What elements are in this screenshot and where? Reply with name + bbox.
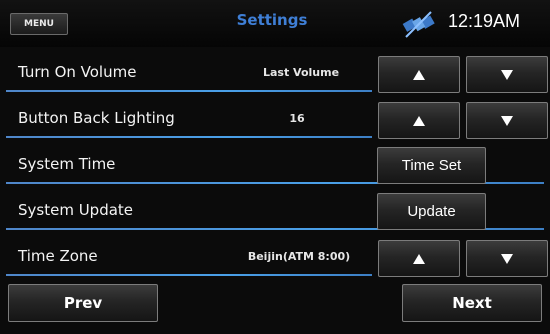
header-bar: MENU Settings 12:19AM — [0, 0, 550, 47]
arrow-down-icon — [501, 115, 513, 126]
setting-label: System Time — [18, 155, 116, 173]
setting-row-time-zone: Time Zone Beijin(ATM 8:00) — [0, 235, 550, 281]
setting-row-turn-on-volume: Turn On Volume Last Volume — [0, 51, 550, 97]
timezone-down-button[interactable] — [466, 240, 548, 277]
menu-button[interactable]: MENU — [10, 13, 68, 35]
timezone-up-button[interactable] — [378, 240, 460, 277]
time-set-button[interactable]: Time Set — [377, 147, 486, 184]
volume-up-button[interactable] — [378, 56, 460, 93]
next-button[interactable]: Next — [402, 284, 542, 322]
setting-value: 16 — [289, 112, 305, 125]
setting-label: Turn On Volume — [18, 63, 137, 81]
setting-value: Last Volume — [262, 66, 340, 79]
arrow-up-icon — [413, 115, 425, 126]
setting-value: Beijin(ATM 8:00) — [247, 250, 351, 263]
arrow-down-icon — [501, 253, 513, 264]
volume-down-button[interactable] — [466, 56, 548, 93]
prev-button[interactable]: Prev — [8, 284, 158, 322]
satellite-icon — [402, 11, 435, 38]
setting-row-button-back-lighting: Button Back Lighting 16 — [0, 97, 550, 143]
setting-label: Button Back Lighting — [18, 109, 175, 127]
arrow-down-icon — [501, 69, 513, 80]
arrow-up-icon — [413, 253, 425, 264]
arrow-up-icon — [413, 69, 425, 80]
setting-label: Time Zone — [18, 247, 98, 265]
backlight-down-button[interactable] — [466, 102, 548, 139]
setting-row-system-time: System Time Time Set — [0, 143, 550, 189]
page-title: Settings — [236, 11, 308, 29]
row-divider — [6, 90, 372, 92]
update-button[interactable]: Update — [377, 193, 486, 230]
row-divider — [6, 136, 372, 138]
row-divider — [6, 274, 372, 276]
settings-screen: MENU Settings 12:19AM Turn On Volume Las… — [0, 0, 550, 334]
setting-row-system-update: System Update Update — [0, 189, 550, 235]
clock-display: 12:19AM — [448, 11, 521, 31]
backlight-up-button[interactable] — [378, 102, 460, 139]
setting-label: System Update — [18, 201, 134, 219]
